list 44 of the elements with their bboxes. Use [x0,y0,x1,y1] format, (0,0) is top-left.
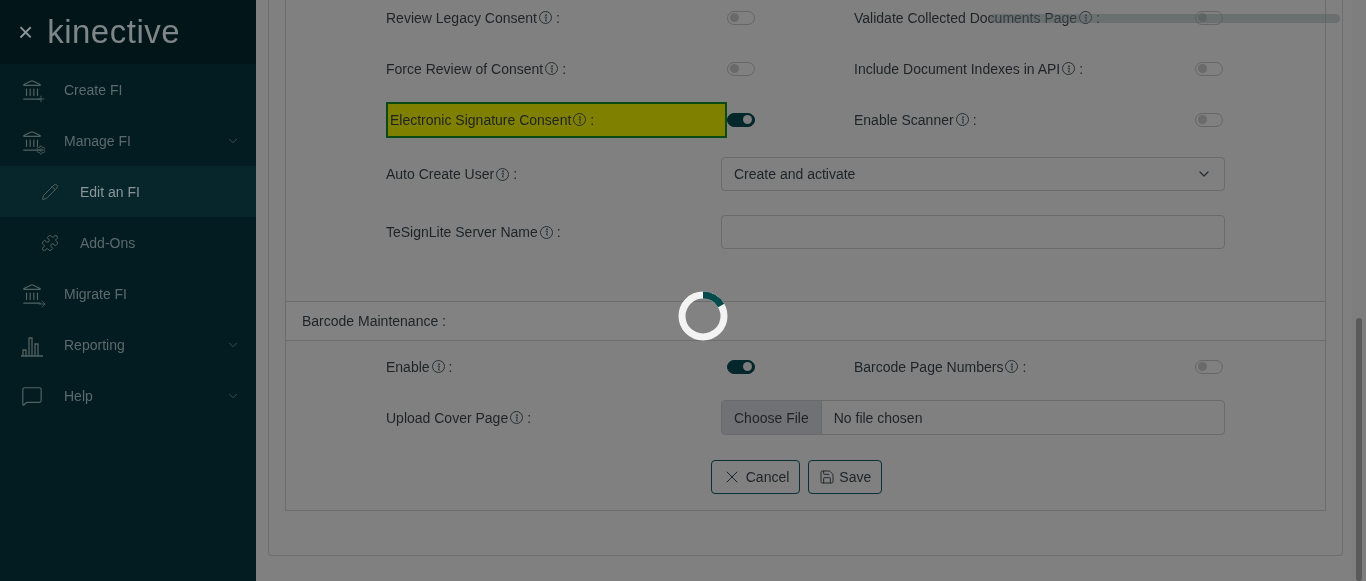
dropdown-field[interactable]: Create and activate [721,157,1225,191]
save-button[interactable]: Save [808,460,883,494]
cancel-button[interactable]: Cancel [710,460,801,494]
sidebar-item[interactable]: Help [0,370,256,421]
field-label: Electronic Signature Consent [390,111,572,128]
bank-icon [20,281,44,306]
colon: : [1079,60,1084,77]
colon: : [513,166,518,182]
field-label: Review Legacy Consent [386,9,537,26]
sidebar-item[interactable]: Add-Ons [0,217,256,268]
sidebar-item[interactable]: Migrate FI [0,268,256,319]
field-label: Validate Collected Documents Page [854,9,1078,26]
colon: : [527,409,532,426]
field-label: Upload Cover Page [386,409,509,426]
colon: : [590,111,595,128]
colon: : [1096,9,1100,26]
colon: : [972,111,977,128]
field-label: Enable Scanner [854,111,954,128]
field-label: Auto Create User [386,166,495,182]
colon: : [1022,358,1027,375]
section-header: Barcode Maintenance : [286,301,1325,341]
toggle-switch[interactable] [727,112,755,127]
toggle-switch[interactable] [727,359,755,374]
save-icon [819,469,836,485]
field-label: Barcode Page Numbers [854,358,1004,375]
sidebar-item[interactable]: Edit an FI [0,166,256,217]
field-label: Force Review of Consent [386,60,544,77]
colon: : [448,358,453,375]
bank-icon [20,128,44,153]
field-label: Include Document Indexes in API [854,60,1061,77]
close-button[interactable]: × [18,19,34,45]
colon: : [556,9,560,26]
sidebar-item[interactable]: Manage FI [0,115,256,166]
field-label: TeSignLite Server Name [386,224,538,240]
sidebar-item[interactable]: Reporting [0,319,256,370]
bank-icon [20,77,44,102]
file-input[interactable]: Choose File No file chosen [721,400,1225,435]
choose-file-button[interactable]: Choose File [722,401,822,434]
colon: : [562,60,567,77]
sidebar-item[interactable]: Create FI [0,64,256,115]
logo: kinective [47,13,181,51]
scrollbar[interactable] [1352,0,1366,581]
field-label: Enable [386,358,430,375]
colon: : [556,224,561,240]
